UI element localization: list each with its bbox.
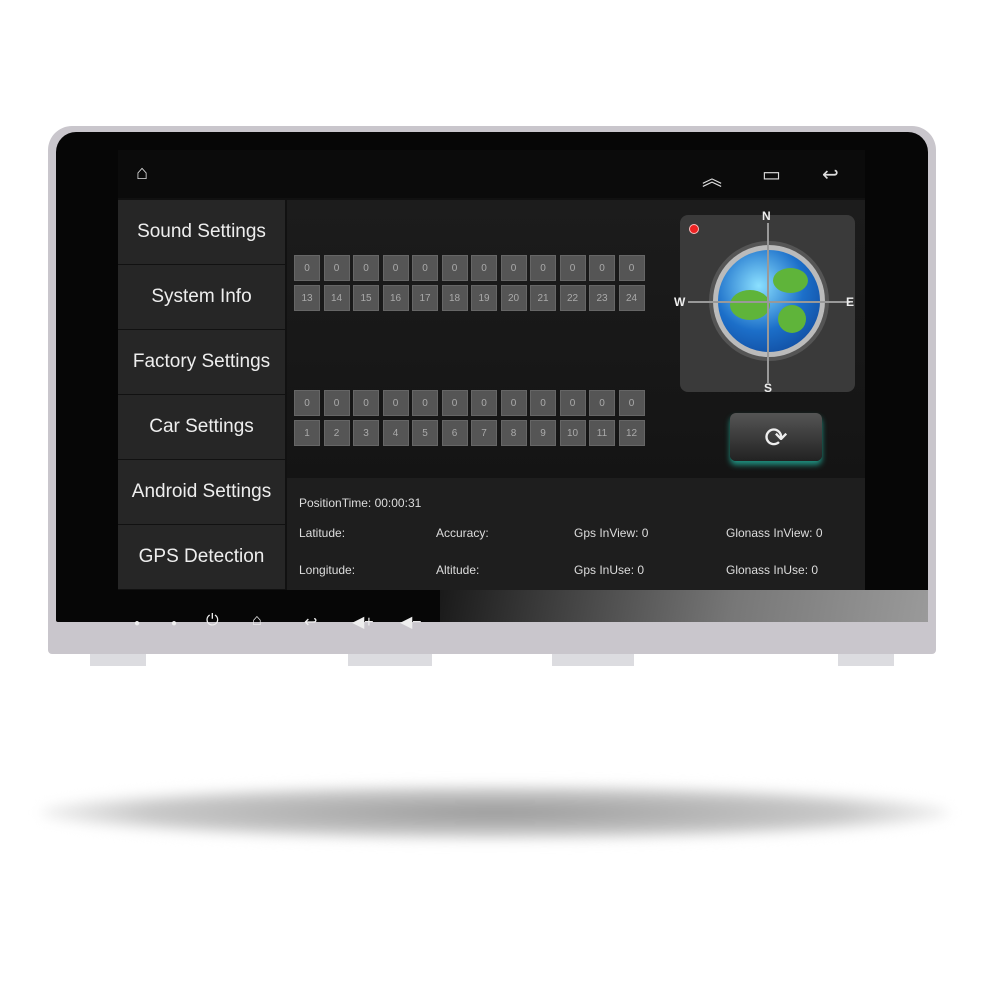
mount-tab xyxy=(552,654,634,666)
glonass-inview: Glonass InView: 0 xyxy=(726,526,823,540)
gps-inuse: Gps InUse: 0 xyxy=(574,563,645,577)
volume-up-icon[interactable]: ◀+ xyxy=(352,612,374,632)
satellite-signal-cell: 0 xyxy=(323,255,350,281)
satellite-signal-cell: 0 xyxy=(500,390,527,416)
satellite-id-cell: 20 xyxy=(500,285,527,311)
satellite-id-cell: 16 xyxy=(382,285,409,311)
satellite-signal-cell: 0 xyxy=(530,255,556,281)
satellite-id-cell: 21 xyxy=(530,285,556,311)
compass-widget: N S E W xyxy=(674,209,855,395)
settings-sidebar: Sound Settings System Info Factory Setti… xyxy=(118,200,285,590)
satellite-id-cell: 7 xyxy=(471,420,497,446)
satellite-id-cell: 5 xyxy=(412,420,438,446)
satellite-signal-cell: 0 xyxy=(412,255,438,281)
device-shadow xyxy=(40,785,950,840)
satellite-id-cell: 2 xyxy=(323,420,350,446)
compass-north: N xyxy=(762,209,771,223)
satellite-grid-top: 0 0 0 0 0 0 0 0 0 0 0 0 13 14 15 16 17 18 19 20 21 22 23 24 xyxy=(294,255,645,311)
satellite-signal-cell: 0 xyxy=(530,390,556,416)
satellite-id-cell: 13 xyxy=(294,285,320,311)
mount-tab xyxy=(838,654,894,666)
satellite-signal-cell: 0 xyxy=(382,390,409,416)
chevron-up-double-icon[interactable]: ︽ xyxy=(702,162,722,191)
reset-dot-icon[interactable]: ● xyxy=(171,618,177,629)
satellite-signal-cell: 0 xyxy=(294,255,320,281)
satellite-id-cell: 10 xyxy=(559,420,586,446)
mic-dot-icon: ● xyxy=(134,618,141,629)
satellite-id-cell: 15 xyxy=(353,285,379,311)
recent-apps-icon[interactable]: ▭ xyxy=(762,162,781,187)
satellite-signal-cell: 0 xyxy=(618,255,645,281)
satellite-signal-cell: 0 xyxy=(353,255,379,281)
satellite-id-cell: 9 xyxy=(530,420,556,446)
satellite-grid-bottom: 0 0 0 0 0 0 0 0 0 0 0 0 1 2 3 4 5 6 7 8 9 10 11 12 xyxy=(294,390,645,446)
satellite-id-cell: 3 xyxy=(353,420,379,446)
satellite-signal-cell: 0 xyxy=(500,255,527,281)
sidebar-item-car-settings[interactable]: Car Settings xyxy=(118,395,285,460)
sidebar-item-gps-detection[interactable]: GPS Detection xyxy=(118,525,285,590)
satellite-id-cell: 1 xyxy=(294,420,320,446)
sidebar-item-android-settings[interactable]: Android Settings xyxy=(118,460,285,525)
satellite-signal-cell: 0 xyxy=(441,255,468,281)
satellite-id-cell: 19 xyxy=(471,285,497,311)
satellite-signal-cell: 0 xyxy=(559,390,586,416)
satellite-signal-cell: 0 xyxy=(323,390,350,416)
satellite-id-cell: 12 xyxy=(618,420,645,446)
latitude-label: Latitude: xyxy=(299,526,346,540)
satellite-signal-cell: 0 xyxy=(589,255,615,281)
satellite-signal-cell: 0 xyxy=(353,390,379,416)
compass-south: S xyxy=(764,381,773,395)
refresh-icon: ⟳ xyxy=(764,421,788,453)
accuracy-label: Accuracy: xyxy=(436,526,489,540)
screen: ⌂ ︽ ▭ ↩ Sound Settings System Info Facto… xyxy=(118,150,865,590)
home-icon[interactable]: ⌂ xyxy=(136,162,148,185)
mount-tab xyxy=(90,654,146,666)
satellite-id-cell: 23 xyxy=(589,285,615,311)
gps-detection-panel: 0 0 0 0 0 0 0 0 0 0 0 0 13 14 15 16 17 18 19 20 21 22 23 24 000… xyxy=(287,200,865,590)
satellite-id-cell: 24 xyxy=(618,285,645,311)
satellite-signal-cell: 0 xyxy=(441,390,468,416)
compass-east: E xyxy=(846,295,855,309)
satellite-id-cell: 4 xyxy=(382,420,409,446)
satellite-id-cell: 18 xyxy=(441,285,468,311)
satellite-signal-cell: 0 xyxy=(294,390,320,416)
refresh-button[interactable]: ⟳ xyxy=(730,413,822,461)
back-icon[interactable]: ↩ xyxy=(822,162,839,187)
satellite-signal-cell: 0 xyxy=(412,390,438,416)
gps-info-panel: PositionTime: 00:00:31 Latitude: Accurac… xyxy=(287,478,865,590)
sidebar-item-factory-settings[interactable]: Factory Settings xyxy=(118,330,285,395)
position-time: PositionTime: 00:00:31 xyxy=(299,496,422,510)
satellite-signal-cell: 0 xyxy=(471,390,497,416)
status-bar: ⌂ ︽ ▭ ↩ xyxy=(118,150,865,198)
glonass-inuse: Glonass InUse: 0 xyxy=(726,563,819,577)
satellite-signal-cell: 0 xyxy=(471,255,497,281)
home-icon[interactable]: ⌂ xyxy=(252,612,262,630)
satellite-id-cell: 8 xyxy=(500,420,527,446)
sidebar-item-sound-settings[interactable]: Sound Settings xyxy=(118,200,285,265)
power-icon[interactable]: ⏻ xyxy=(206,612,219,630)
gps-inview: Gps InView: 0 xyxy=(574,526,649,540)
mount-tab xyxy=(348,654,432,666)
glass-reflection xyxy=(440,590,928,622)
satellite-id-cell: 14 xyxy=(323,285,350,311)
altitude-label: Altitude: xyxy=(436,563,480,577)
longitude-label: Longitude: xyxy=(299,563,356,577)
satellite-id-cell: 6 xyxy=(441,420,468,446)
back-icon[interactable]: ↩ xyxy=(304,612,317,632)
satellite-id-cell: 22 xyxy=(559,285,586,311)
sidebar-item-system-info[interactable]: System Info xyxy=(118,265,285,330)
satellite-signal-cell: 0 xyxy=(559,255,586,281)
satellite-signal-cell: 0 xyxy=(382,255,409,281)
satellite-id-cell: 17 xyxy=(412,285,438,311)
satellite-signal-cell: 0 xyxy=(618,390,645,416)
satellite-signal-cell: 0 xyxy=(589,390,615,416)
status-led xyxy=(689,224,699,234)
satellite-id-cell: 11 xyxy=(589,420,615,446)
compass-west: W xyxy=(674,295,686,309)
volume-down-icon[interactable]: ◀− xyxy=(400,612,422,632)
